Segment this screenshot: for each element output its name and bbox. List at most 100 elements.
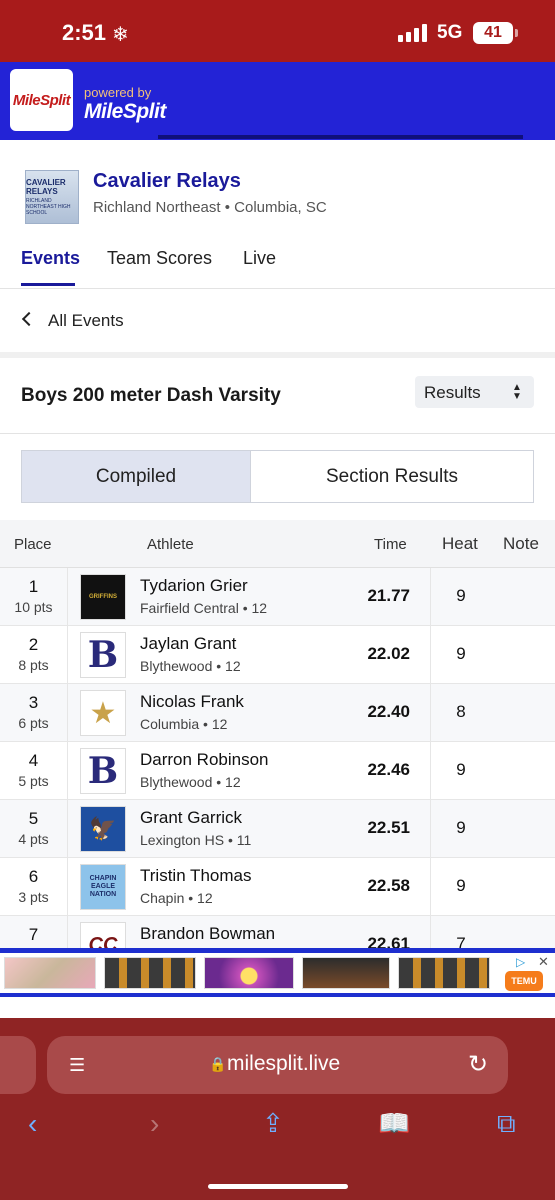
row-heat: 9 [456, 644, 466, 663]
row-place: 5 [28, 809, 39, 828]
brand-name: MileSplit [84, 100, 166, 123]
battery-tip [515, 29, 518, 37]
row-place: 2 [28, 635, 39, 654]
team-logo-text: CHAPIN EAGLE NATION [81, 865, 125, 909]
meet-title[interactable]: Cavalier Relays [93, 170, 241, 193]
segment-section-results[interactable]: Section Results [251, 451, 533, 502]
table-row[interactable]: 3 6 pts ★ Nicolas Frank Columbia • 12 22… [0, 684, 555, 742]
table-row[interactable]: 1 10 pts GRIFFINS Tydarion Grier Fairfie… [0, 568, 555, 626]
meet-logo: CAVALIER RELAYS RICHLAND NORTHEAST HIGH … [25, 170, 79, 224]
view-select-value: Results [424, 383, 481, 402]
chevron-left-icon[interactable] [21, 311, 37, 327]
row-points: 4 pts [18, 831, 49, 847]
row-points: 8 pts [18, 657, 49, 673]
athlete-name[interactable]: Nicolas Frank [140, 692, 244, 712]
team-logo: GRIFFINS [80, 574, 126, 620]
ad-product-image[interactable] [204, 957, 294, 989]
eagle-icon: 🦅 [80, 806, 126, 852]
row-heat: 9 [456, 818, 466, 837]
row-place: 6 [28, 867, 39, 886]
section-separator [0, 352, 555, 358]
athlete-team: Columbia • 12 [140, 716, 228, 732]
row-time: 22.51 [367, 818, 410, 837]
team-logo-text: GRIFFINS [81, 575, 125, 619]
ad-product-image[interactable] [4, 957, 96, 989]
address-bar[interactable]: ☰ 🔒 milesplit.live ↻ [47, 1036, 508, 1094]
status-time: 2:51 [62, 20, 107, 45]
powered-by-label: powered by [84, 85, 152, 100]
table-row[interactable]: 4 5 pts B Darron Robinson Blythewood • 1… [0, 742, 555, 800]
athlete-team: Chapin • 12 [140, 890, 213, 906]
row-place: 4 [28, 751, 39, 770]
tab-live[interactable]: Live [243, 248, 276, 269]
table-header: Place Athlete Time Heat Note [0, 520, 555, 568]
meet-logo-title: CAVALIER RELAYS [26, 178, 66, 196]
share-icon[interactable]: ⇪ [262, 1108, 284, 1139]
athlete-name[interactable]: Tristin Thomas [140, 866, 251, 886]
row-place: 3 [28, 693, 39, 712]
athlete-team: Lexington HS • 11 [140, 832, 252, 848]
row-time: 22.46 [367, 760, 410, 779]
ad-product-image[interactable] [104, 957, 196, 989]
bookmarks-icon[interactable]: 📖 [378, 1108, 410, 1139]
results-segmented-control: Compiled Section Results [21, 450, 534, 503]
row-heat: 9 [456, 876, 466, 895]
row-heat: 9 [456, 586, 466, 605]
row-place: 7 [28, 925, 39, 944]
row-points: 3 pts [18, 889, 49, 905]
athlete-name[interactable]: Grant Garrick [140, 808, 242, 828]
header-accent-line [158, 135, 523, 139]
team-logo: B [80, 632, 126, 678]
snowflake-icon: ❄ [112, 24, 129, 46]
event-divider [0, 433, 555, 434]
row-time: 22.40 [367, 702, 410, 721]
milesplit-logo-text: MileSplit [12, 91, 71, 109]
previous-tab-preview[interactable] [0, 1036, 36, 1094]
close-icon[interactable]: ✕ [538, 954, 549, 970]
header-note: Note [503, 534, 539, 553]
reader-mode-icon[interactable]: ☰ [69, 1055, 85, 1076]
table-row[interactable]: 5 4 pts 🦅 Grant Garrick Lexington HS • 1… [0, 800, 555, 858]
ad-product-image[interactable] [302, 957, 390, 989]
header-heat: Heat [442, 534, 478, 553]
athlete-name[interactable]: Jaylan Grant [140, 634, 236, 654]
view-select[interactable]: Results ▲ ▼ [415, 376, 534, 408]
row-time: 21.77 [367, 586, 410, 605]
tab-team-scores[interactable]: Team Scores [107, 248, 212, 269]
signal-icon [398, 24, 427, 42]
row-time: 22.58 [367, 876, 410, 895]
forward-arrow-icon: › [150, 1108, 160, 1139]
milesplit-header: MileSplit powered by MileSplit [0, 62, 555, 140]
ad-banner[interactable]: ▷ ✕ TEMU [0, 948, 555, 997]
battery-icon: 41 [473, 22, 513, 44]
athlete-team: Fairfield Central • 12 [140, 600, 268, 616]
back-arrow-icon[interactable]: ‹ [28, 1108, 37, 1140]
event-title: Boys 200 meter Dash Varsity [21, 385, 281, 406]
ad-product-image[interactable] [398, 957, 490, 989]
athlete-name[interactable]: Tydarion Grier [140, 576, 248, 596]
network-type: 5G [437, 22, 463, 43]
temu-logo[interactable]: TEMU [505, 971, 543, 991]
row-place: 1 [28, 577, 39, 596]
team-logo-text: B [87, 634, 119, 676]
row-heat: 9 [456, 760, 466, 779]
row-points: 6 pts [18, 715, 49, 731]
team-logo: ★ [80, 690, 126, 736]
adchoices-icon[interactable]: ▷ [516, 955, 525, 969]
all-events-link[interactable]: All Events [48, 311, 124, 331]
segment-compiled[interactable]: Compiled [22, 451, 251, 502]
tabs-divider [0, 288, 555, 289]
reload-icon[interactable]: ↻ [468, 1050, 488, 1079]
table-row[interactable]: 6 3 pts CHAPIN EAGLE NATION Tristin Thom… [0, 858, 555, 916]
tab-events[interactable]: Events [21, 248, 80, 269]
chevron-updown-icon: ▲ ▼ [512, 382, 522, 402]
team-logo: B [80, 748, 126, 794]
athlete-name[interactable]: Brandon Bowman [140, 924, 275, 944]
header-time: Time [374, 536, 407, 553]
tabs-icon[interactable]: ⧉ [497, 1108, 516, 1140]
table-row[interactable]: 2 8 pts B Jaylan Grant Blythewood • 12 2… [0, 626, 555, 684]
url-text[interactable]: milesplit.live [227, 1052, 340, 1076]
milesplit-logo[interactable]: MileSplit [10, 69, 73, 131]
active-tab-indicator [21, 283, 75, 286]
athlete-name[interactable]: Darron Robinson [140, 750, 269, 770]
